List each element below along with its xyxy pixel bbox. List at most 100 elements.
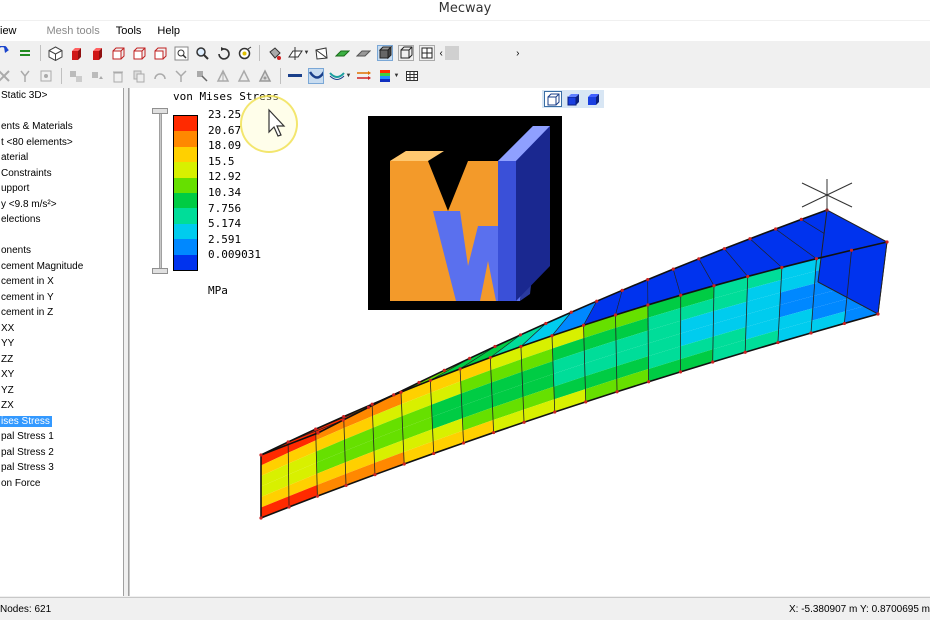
tree-item[interactable]: ents & Materials [0, 119, 123, 135]
scroll-right-icon[interactable]: › [516, 48, 519, 59]
green-surface-icon[interactable] [335, 45, 351, 61]
mesh-node [522, 420, 526, 424]
mesh-node [428, 378, 432, 382]
move-icon[interactable] [89, 68, 105, 84]
tree-item[interactable]: pal Stress 1 [0, 429, 123, 445]
red-cube-2-icon[interactable] [89, 45, 105, 61]
mesh-node [809, 331, 813, 335]
mesh-view-icon[interactable] [418, 45, 435, 61]
tree-item[interactable]: YY [0, 336, 123, 352]
rotate-icon[interactable] [215, 45, 231, 61]
tree-item-label: onents [1, 245, 32, 256]
solid-view-icon[interactable] [376, 45, 393, 61]
tree-item-label [0, 230, 3, 241]
3d-viewport[interactable]: von Mises Stress 23.25 20.67 18.09 15.5 12.9… [129, 88, 930, 596]
triangle-2-icon[interactable] [236, 68, 252, 84]
tree-item[interactable]: elections [0, 212, 123, 228]
mesh-cube-icon[interactable] [47, 45, 63, 61]
menu-view[interactable]: iew [0, 21, 25, 41]
tree-item[interactable]: YZ [0, 383, 123, 399]
menu-mesh-tools[interactable]: Mesh tools [39, 21, 108, 41]
menu-tools[interactable]: Tools [108, 21, 150, 41]
scroll-left-icon[interactable]: ‹ [439, 48, 442, 59]
toolbar-scroller[interactable]: ‹ › [439, 45, 519, 61]
tree-item[interactable]: cement in X [0, 274, 123, 290]
tree-item[interactable]: pal Stress 2 [0, 445, 123, 461]
shape-icon[interactable] [314, 45, 330, 61]
tree-item[interactable]: ZZ [0, 352, 123, 368]
tree-item[interactable]: Constraints [0, 166, 123, 182]
branch-icon[interactable] [173, 68, 189, 84]
gray-surface-icon[interactable] [356, 45, 372, 61]
zoom-box-icon[interactable] [173, 45, 189, 61]
table-icon[interactable] [404, 68, 420, 84]
tree-item[interactable]: y <9.8 m/s²> [0, 197, 123, 213]
mesh-node [550, 334, 554, 338]
wire-cube-icon[interactable] [110, 45, 126, 61]
tree-item[interactable]: cement Magnitude [0, 259, 123, 275]
tree-item[interactable]: aterial [0, 150, 123, 166]
tree-item[interactable]: upport [0, 181, 123, 197]
tree-item[interactable]: onents [0, 243, 123, 259]
tree-item[interactable]: Static 3D> [0, 88, 123, 104]
node-count: Nodes: 621 [0, 603, 52, 615]
tree-item[interactable] [0, 228, 123, 244]
tree-item[interactable]: pal Stress 3 [0, 460, 123, 476]
equals-icon[interactable] [17, 45, 33, 61]
tree-item-label: XX [1, 322, 15, 334]
mesh-node [442, 368, 446, 372]
wire-view-icon[interactable] [397, 45, 414, 61]
mesh-node [711, 360, 715, 364]
merge-icon[interactable] [68, 68, 84, 84]
tree-item[interactable]: ZX [0, 398, 123, 414]
deflect-view-icon[interactable] [308, 68, 324, 84]
beam-line-icon[interactable] [287, 68, 303, 84]
mesh-node [697, 257, 701, 261]
mesh-node [492, 430, 496, 435]
tree-item[interactable]: on Force [0, 476, 123, 492]
menu-help[interactable]: Help [149, 21, 188, 41]
tree-item-label: YY [1, 338, 15, 349]
extrude-icon[interactable] [194, 68, 210, 84]
mesh-node [316, 431, 320, 435]
copy-icon[interactable] [131, 68, 147, 84]
triangle-icon[interactable] [215, 68, 231, 84]
mesh-node [344, 483, 348, 487]
delete-icon[interactable] [0, 68, 12, 84]
mesh-node [646, 278, 650, 282]
tree-item[interactable]: XX [0, 321, 123, 337]
split-icon[interactable] [17, 68, 33, 84]
tree-item[interactable] [0, 104, 123, 120]
tree-item[interactable]: t <80 elements> [0, 135, 123, 151]
mesh-node [569, 310, 573, 314]
deform-icon[interactable] [329, 68, 345, 84]
contour-icon[interactable] [377, 68, 393, 84]
mesh-node [259, 516, 263, 520]
paint-bucket-icon[interactable] [266, 45, 282, 61]
tree-item[interactable]: ises Stress [0, 414, 123, 430]
model-tree: Static 3D> ents & Materials t <80 elements… [0, 88, 124, 596]
trash-icon[interactable] [110, 68, 126, 84]
plane-icon[interactable] [287, 45, 303, 61]
zoom-icon[interactable] [194, 45, 210, 61]
tree-item[interactable]: XY [0, 367, 123, 383]
fit-view-icon[interactable] [236, 45, 252, 61]
wire-cube-3-icon[interactable] [152, 45, 168, 61]
tree-item-label: pal Stress 1 [1, 431, 54, 442]
scroll-thumb[interactable] [444, 46, 459, 60]
mesh-node [399, 390, 403, 394]
mesh-node [799, 217, 803, 221]
revolve-icon[interactable] [152, 68, 168, 84]
wire-cube-2-icon[interactable] [131, 45, 147, 61]
mesh-node [613, 313, 618, 317]
red-cube-icon[interactable] [68, 45, 84, 61]
mecway-logo-graphic [390, 126, 550, 301]
mesh-node [417, 380, 421, 385]
node-icon[interactable] [38, 68, 54, 84]
tree-item[interactable]: cement in Y [0, 290, 123, 306]
tree-item[interactable]: cement in Z [0, 305, 123, 321]
arrows-icon[interactable] [356, 68, 372, 84]
triangle-3-icon[interactable] [257, 68, 273, 84]
redo-icon[interactable] [0, 45, 12, 61]
tree-item-label: ises Stress [0, 415, 52, 427]
